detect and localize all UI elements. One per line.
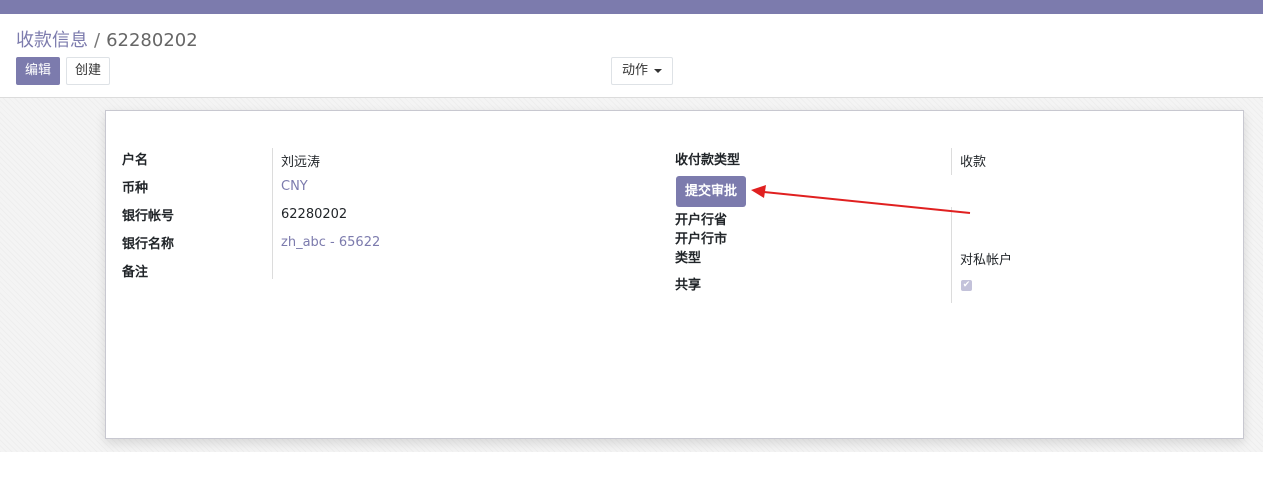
field-value-account-type: 对私帐户 <box>960 253 1013 268</box>
field-label-bank-province: 开户行省 <box>675 213 728 228</box>
caret-down-icon <box>654 68 663 73</box>
field-value-bank-account-number: 62280202 <box>281 207 348 222</box>
breadcrumb-parent-link[interactable]: 收款信息 <box>16 30 88 51</box>
breadcrumb: 收款信息 /62280202 <box>16 26 198 52</box>
left-column-divider <box>272 148 273 279</box>
field-value-payment-type: 收款 <box>960 155 987 170</box>
breadcrumb-separator: / <box>94 30 101 51</box>
right-column-divider-bottom <box>951 207 952 303</box>
field-label-account-name: 户名 <box>122 153 149 168</box>
field-label-currency: 币种 <box>122 181 149 196</box>
field-label-bank-account-number: 银行帐号 <box>122 209 175 224</box>
chatter-area <box>0 452 1263 479</box>
action-dropdown-label: 动作 <box>622 63 649 78</box>
action-dropdown-button[interactable]: 动作 <box>611 57 674 85</box>
top-navbar <box>0 0 1263 14</box>
form-sheet: 户名 币种 银行帐号 银行名称 备注 刘远涛 CNY 62280202 zh_a… <box>105 110 1244 439</box>
create-button[interactable]: 创建 <box>66 57 111 85</box>
field-value-currency-link[interactable]: CNY <box>281 179 308 194</box>
right-column-divider-top <box>951 148 952 175</box>
field-label-payment-type: 收付款类型 <box>675 153 741 168</box>
field-label-bank-city: 开户行市 <box>675 232 728 247</box>
submit-approval-button[interactable]: 提交审批 <box>676 176 747 207</box>
field-label-note: 备注 <box>122 265 149 280</box>
field-label-shared: 共享 <box>675 278 702 293</box>
field-label-account-type: 类型 <box>675 251 702 266</box>
control-panel: 收款信息 /62280202 编辑 创建 动作 <box>0 14 1263 98</box>
field-value-bank-name-link[interactable]: zh_abc - 65622 <box>281 235 380 250</box>
shared-checkbox[interactable]: ✔ <box>961 280 972 291</box>
field-value-account-name: 刘远涛 <box>281 155 321 170</box>
field-label-bank-name: 银行名称 <box>122 237 175 252</box>
edit-button[interactable]: 编辑 <box>16 57 61 85</box>
breadcrumb-current: 62280202 <box>106 30 198 51</box>
